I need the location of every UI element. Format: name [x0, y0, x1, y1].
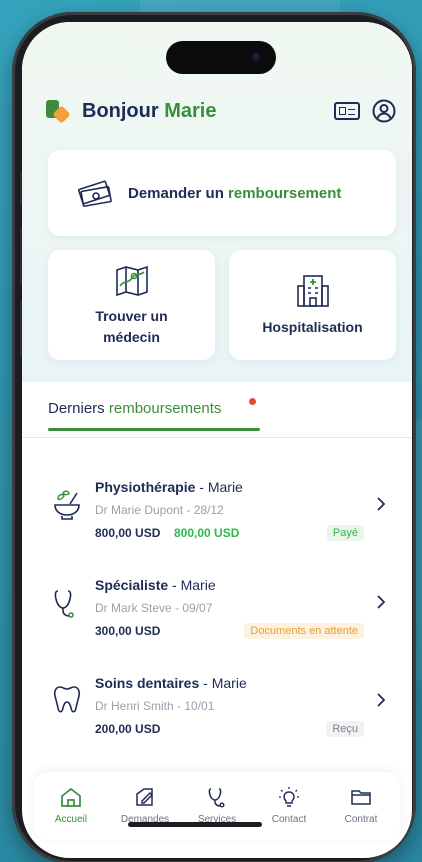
row-amount: 300,00 USD [95, 624, 161, 638]
hospitalisation-label: Hospitalisation [262, 319, 363, 335]
reimbursement-row[interactable]: Soins dentaires - Marie Dr Henri Smith -… [22, 665, 412, 763]
money-icon [77, 180, 112, 207]
find-doctor-line1: Trouver un [95, 308, 168, 324]
row-amount: 200,00 USD [95, 722, 161, 736]
status-badge: Documents en attente [244, 623, 364, 639]
row-doctor-date: Dr Henri Smith - 10/01 [95, 699, 215, 713]
hospital-icon [297, 275, 329, 307]
brand-logo-icon [46, 100, 72, 124]
chevron-right-icon [377, 595, 386, 609]
nav-accueil[interactable]: Accueil [36, 786, 106, 825]
row-category: Physiothérapie [95, 479, 196, 495]
member-card-icon[interactable] [334, 102, 360, 120]
chevron-right-icon [377, 693, 386, 707]
greeting: Bonjour Marie [82, 99, 217, 122]
lightbulb-icon [279, 787, 299, 807]
row-refunded-amount: 800,00 USD [174, 526, 240, 540]
find-doctor-button[interactable]: Trouver un médecin [48, 250, 215, 360]
hospitalisation-button[interactable]: Hospitalisation [229, 250, 396, 360]
row-category: Spécialiste [95, 577, 169, 593]
status-badge: Payé [326, 525, 364, 541]
reimbursement-row[interactable]: Physiothérapie - Marie Dr Marie Dupont -… [22, 469, 412, 567]
home-icon [61, 787, 81, 807]
folder-icon [351, 790, 371, 805]
row-amount: 800,00 USD [95, 526, 161, 540]
app-screen: Bonjour Marie Demander un remboursement [22, 22, 412, 858]
find-doctor-line2: médecin [103, 329, 160, 345]
reimbursement-row[interactable]: Spécialiste - Marie Dr Mark Steve - 09/0… [22, 567, 412, 665]
request-refund-button[interactable]: Demander un remboursement [48, 150, 396, 236]
profile-icon[interactable] [372, 99, 396, 123]
mortar-pestle-icon [54, 490, 80, 520]
row-doctor-date: Dr Marie Dupont - 28/12 [95, 503, 224, 517]
dynamic-island [166, 41, 276, 74]
home-indicator [128, 822, 262, 827]
bottom-nav: Accueil Demandes Services Contact Contra… [34, 772, 400, 840]
tab-underline [48, 428, 260, 431]
recent-refunds-title: Derniers remboursements [48, 400, 222, 417]
stethoscope-icon [54, 590, 74, 618]
row-doctor-date: Dr Mark Steve - 09/07 [95, 601, 213, 615]
map-icon [116, 265, 148, 297]
status-badge: Reçu [326, 721, 364, 737]
nav-services[interactable]: Services [182, 786, 252, 825]
app-header: Bonjour Marie [46, 96, 396, 126]
recent-refunds-tab[interactable]: Derniers remboursements [22, 382, 412, 442]
edit-icon [136, 788, 154, 806]
nav-contrat[interactable]: Contrat [326, 786, 396, 825]
row-category: Soins dentaires [95, 675, 200, 691]
nav-demandes[interactable]: Demandes [110, 786, 180, 825]
notification-dot [249, 398, 256, 405]
tooth-icon [53, 686, 81, 713]
nav-contact[interactable]: Contact [254, 786, 324, 825]
stethoscope-icon [208, 788, 225, 808]
chevron-right-icon [377, 497, 386, 511]
